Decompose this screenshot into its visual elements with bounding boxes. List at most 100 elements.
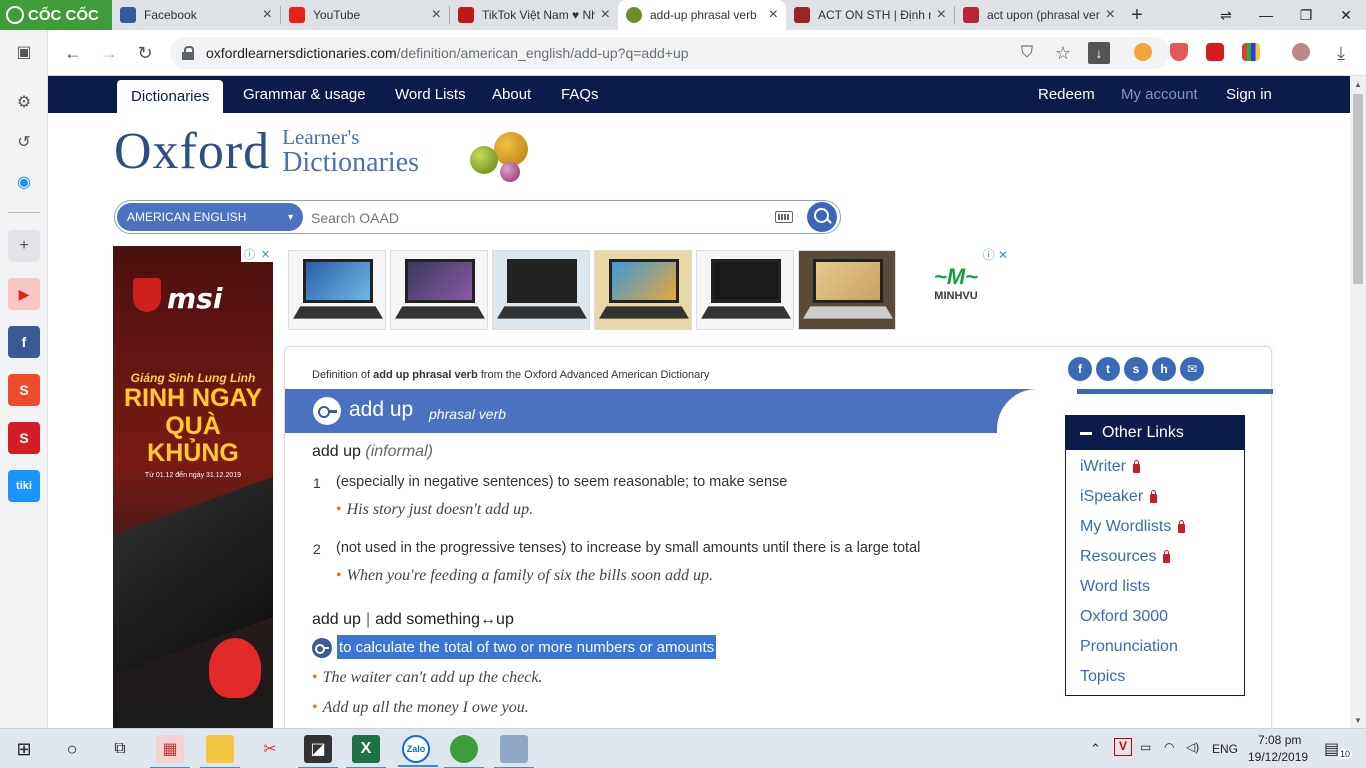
search-button[interactable] — [807, 202, 837, 232]
sendo-icon[interactable]: S — [8, 422, 40, 454]
nav-dictionaries[interactable]: Dictionaries — [117, 80, 224, 113]
facebook-icon[interactable]: f — [8, 326, 40, 358]
close-icon[interactable]: × — [601, 6, 610, 24]
link-iwriter[interactable]: iWriter — [1080, 458, 1140, 476]
close-icon[interactable]: × — [769, 6, 778, 24]
shield-icon[interactable]: ⛉ — [1014, 40, 1040, 66]
tab-search-icon[interactable]: ⇌ — [1206, 0, 1246, 30]
tab-youtube[interactable]: YouTube × — [281, 0, 449, 30]
excel-icon[interactable]: X — [346, 735, 386, 768]
dictionary-select[interactable]: AMERICAN ENGLISH ▼ — [117, 203, 303, 231]
hatena-share-icon[interactable]: h — [1152, 357, 1176, 381]
reload-icon[interactable]: ↻ — [132, 40, 158, 66]
extension-icon[interactable] — [1134, 43, 1152, 61]
tiki-icon[interactable]: tiki — [8, 470, 40, 502]
ad-choices[interactable]: ⓘ ✕ — [241, 246, 273, 262]
link-resources[interactable]: Resources — [1080, 548, 1171, 566]
download-icon[interactable]: ⤓ — [1328, 40, 1354, 66]
messenger-icon[interactable]: ◉ — [8, 166, 40, 198]
sidebar-toggle-icon[interactable]: ▣ — [8, 36, 40, 68]
search-input[interactable] — [311, 207, 761, 229]
back-icon[interactable]: ← — [60, 40, 86, 66]
link-ispeaker[interactable]: iSpeaker — [1080, 488, 1158, 506]
nav-grammar-usage[interactable]: Grammar & usage — [243, 76, 366, 113]
extension-icon[interactable] — [1206, 43, 1224, 61]
link-topics[interactable]: Topics — [1080, 668, 1125, 686]
extension-icon[interactable] — [1242, 43, 1260, 61]
input-language[interactable]: ENG — [1212, 742, 1238, 756]
email-share-icon[interactable]: ✉ — [1180, 357, 1204, 381]
close-window-button[interactable]: ✕ — [1326, 0, 1366, 30]
task-view-icon[interactable]: ⧉ — [106, 735, 134, 763]
gear-icon[interactable]: ⚙ — [8, 86, 40, 118]
link-word-lists[interactable]: Word lists — [1080, 578, 1150, 596]
adblock-icon[interactable] — [1170, 43, 1188, 61]
scroll-down-icon[interactable]: ▼ — [1350, 712, 1366, 728]
windows-start-icon[interactable]: ⊞ — [10, 735, 38, 763]
oxford3000-key-icon[interactable] — [312, 638, 332, 658]
notification-icon[interactable]: ▤ — [1324, 739, 1339, 759]
new-tab-button[interactable]: + — [1123, 0, 1151, 30]
star-icon[interactable]: ☆ — [1050, 40, 1076, 66]
sticky-notes-icon[interactable]: ◪ — [298, 735, 338, 768]
tab-add-up[interactable]: add-up phrasal verb × — [618, 0, 786, 30]
scroll-up-icon[interactable]: ▲ — [1350, 76, 1366, 92]
link-my-wordlists[interactable]: My Wordlists — [1080, 518, 1186, 536]
battery-icon[interactable]: ▭ — [1140, 740, 1151, 754]
nav-redeem[interactable]: Redeem — [1038, 76, 1095, 113]
restore-button[interactable]: ❐ — [1286, 0, 1326, 30]
minimize-button[interactable]: — — [1246, 0, 1286, 30]
minhvu-logo[interactable]: ~M~ MINHVU — [916, 264, 996, 302]
info-icon[interactable]: ⓘ — [983, 248, 995, 262]
lock-icon[interactable] — [182, 46, 194, 60]
nav-about[interactable]: About — [492, 76, 531, 113]
unikey-icon[interactable]: V — [1114, 738, 1132, 756]
keyboard-icon[interactable] — [775, 211, 793, 223]
search-icon[interactable]: ○ — [58, 735, 86, 763]
close-icon[interactable]: ✕ — [998, 248, 1008, 262]
calculator-icon[interactable] — [494, 735, 534, 768]
tab-act-on[interactable]: ACT ON STH | Định n × — [786, 0, 954, 30]
clock-date[interactable]: 19/12/2019 — [1248, 750, 1308, 764]
msi-ad-banner[interactable]: ⓘ ✕ msi Giáng Sinh Lung Linh RINH NGAY QU… — [113, 246, 273, 728]
ad-product-image[interactable] — [492, 250, 590, 330]
tab-facebook[interactable]: Facebook × — [112, 0, 280, 30]
ad-choices[interactable]: ⓘ ✕ — [983, 246, 1008, 263]
oxford3000-key-icon[interactable] — [313, 397, 341, 425]
link-oxford-3000[interactable]: Oxford 3000 — [1080, 608, 1168, 626]
ad-product-image[interactable] — [288, 250, 386, 330]
forward-icon[interactable]: → — [96, 40, 122, 66]
link-pronunciation[interactable]: Pronunciation — [1080, 638, 1178, 656]
snipping-tool-icon[interactable]: ✂ — [256, 735, 284, 763]
volume-icon[interactable]: ◁) — [1186, 740, 1199, 754]
selected-definition[interactable]: to calculate the total of two or more nu… — [337, 635, 717, 659]
file-explorer-icon[interactable] — [200, 735, 240, 768]
avatar[interactable] — [1292, 43, 1310, 61]
nav-word-lists[interactable]: Word Lists — [395, 76, 466, 113]
zalo-icon[interactable]: Zalo — [398, 735, 438, 767]
youtube-icon[interactable]: ▶ — [8, 278, 40, 310]
laptop-ad-strip[interactable]: ~M~ MINHVU ⓘ ✕ — [286, 246, 1012, 336]
tab-act-upon[interactable]: act upon (phrasal ver × — [955, 0, 1123, 30]
close-icon[interactable]: × — [937, 6, 946, 24]
ad-product-image[interactable] — [594, 250, 692, 330]
twitter-share-icon[interactable]: t — [1096, 357, 1120, 381]
download-video-icon[interactable]: ↓ — [1088, 42, 1110, 64]
tray-expand-icon[interactable]: ⌃ — [1090, 741, 1101, 757]
coccoc-icon[interactable] — [444, 735, 484, 768]
nav-sign-in[interactable]: Sign in — [1226, 76, 1272, 113]
wifi-icon[interactable]: ◠ — [1164, 740, 1174, 754]
close-icon[interactable]: × — [1106, 6, 1115, 24]
coccoc-menu-button[interactable]: CỐC CỐC — [0, 0, 112, 30]
ad-product-image[interactable] — [390, 250, 488, 330]
history-icon[interactable]: ↺ — [8, 126, 40, 158]
scrollbar-thumb[interactable] — [1353, 94, 1363, 284]
other-links-header[interactable]: Other Links — [1066, 416, 1244, 450]
shopee-icon[interactable]: S — [8, 374, 40, 406]
oxford-logo[interactable]: Oxford Learner's Dictionaries — [114, 126, 419, 178]
add-app-icon[interactable]: + — [8, 230, 40, 262]
stumbleupon-share-icon[interactable]: s — [1124, 357, 1148, 381]
page-scrollbar[interactable]: ▲ ▼ — [1350, 76, 1366, 728]
paint-app-icon[interactable]: ▦ — [150, 735, 190, 768]
info-icon[interactable]: ⓘ — [244, 246, 255, 262]
